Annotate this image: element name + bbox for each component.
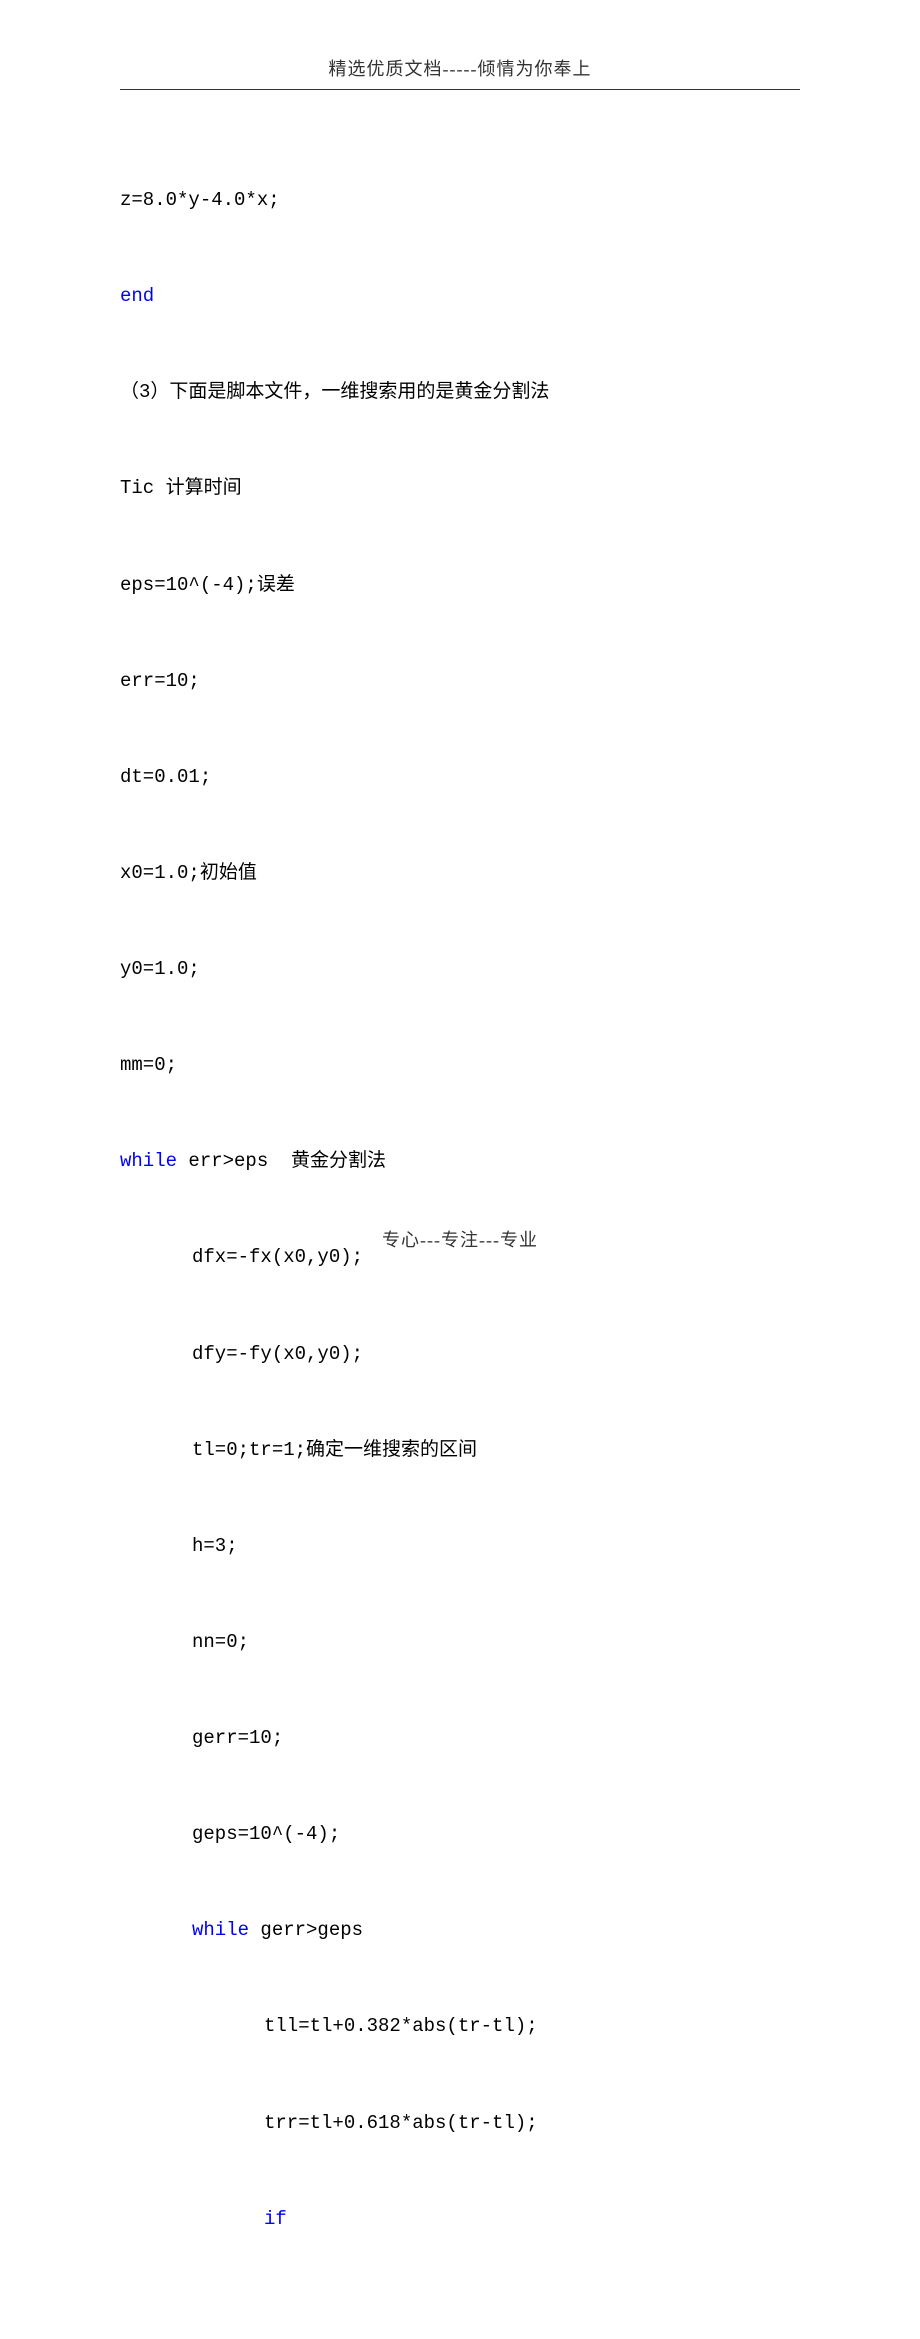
code-line: geps=10^(-4); [120,1810,800,1858]
page-header: 精选优质文档-----倾情为你奉上 [120,55,800,89]
code-line: dfy=-fy(x0,y0); [120,1330,800,1378]
code-line: x0=1.0;初始值 [120,849,800,897]
code-line: y0=1.0; [120,945,800,993]
code-line: h=3; [120,1522,800,1570]
keyword-while: while [120,1150,177,1172]
keyword-end: end [120,285,154,307]
code-line: Tic 计算时间 [120,464,800,512]
code-line: eps=10^(-4);误差 [120,561,800,609]
code-line: （3）下面是脚本文件，一维搜索用的是黄金分割法 [120,368,800,416]
code-line: trr=tl+0.618*abs(tr-tl); [120,2099,800,2147]
header-divider [120,89,800,90]
code-line: dt=0.01; [120,753,800,801]
code-line: while err>eps 黄金分割法 [120,1137,800,1185]
code-line: while gerr>geps [120,1906,800,1954]
code-line: nn=0; [120,1618,800,1666]
code-line: tl=0;tr=1;确定一维搜索的区间 [120,1426,800,1474]
page-footer: 专心---专注---专业 [0,1226,920,1252]
keyword-if: if [264,2208,287,2230]
code-line: if [120,2195,800,2243]
document-page: 精选优质文档-----倾情为你奉上 z=8.0*y-4.0*x; end （3）… [0,0,920,2339]
code-line: err=10; [120,657,800,705]
code-line: gerr=10; [120,1714,800,1762]
keyword-while: while [192,1919,249,1941]
header-title: 精选优质文档-----倾情为你奉上 [329,59,592,79]
code-line: tll=tl+0.382*abs(tr-tl); [120,2002,800,2050]
code-line: mm=0; [120,1041,800,1089]
code-line: z=8.0*y-4.0*x; [120,176,800,224]
code-line: end [120,272,800,320]
footer-text: 专心---专注---专业 [382,1230,538,1250]
